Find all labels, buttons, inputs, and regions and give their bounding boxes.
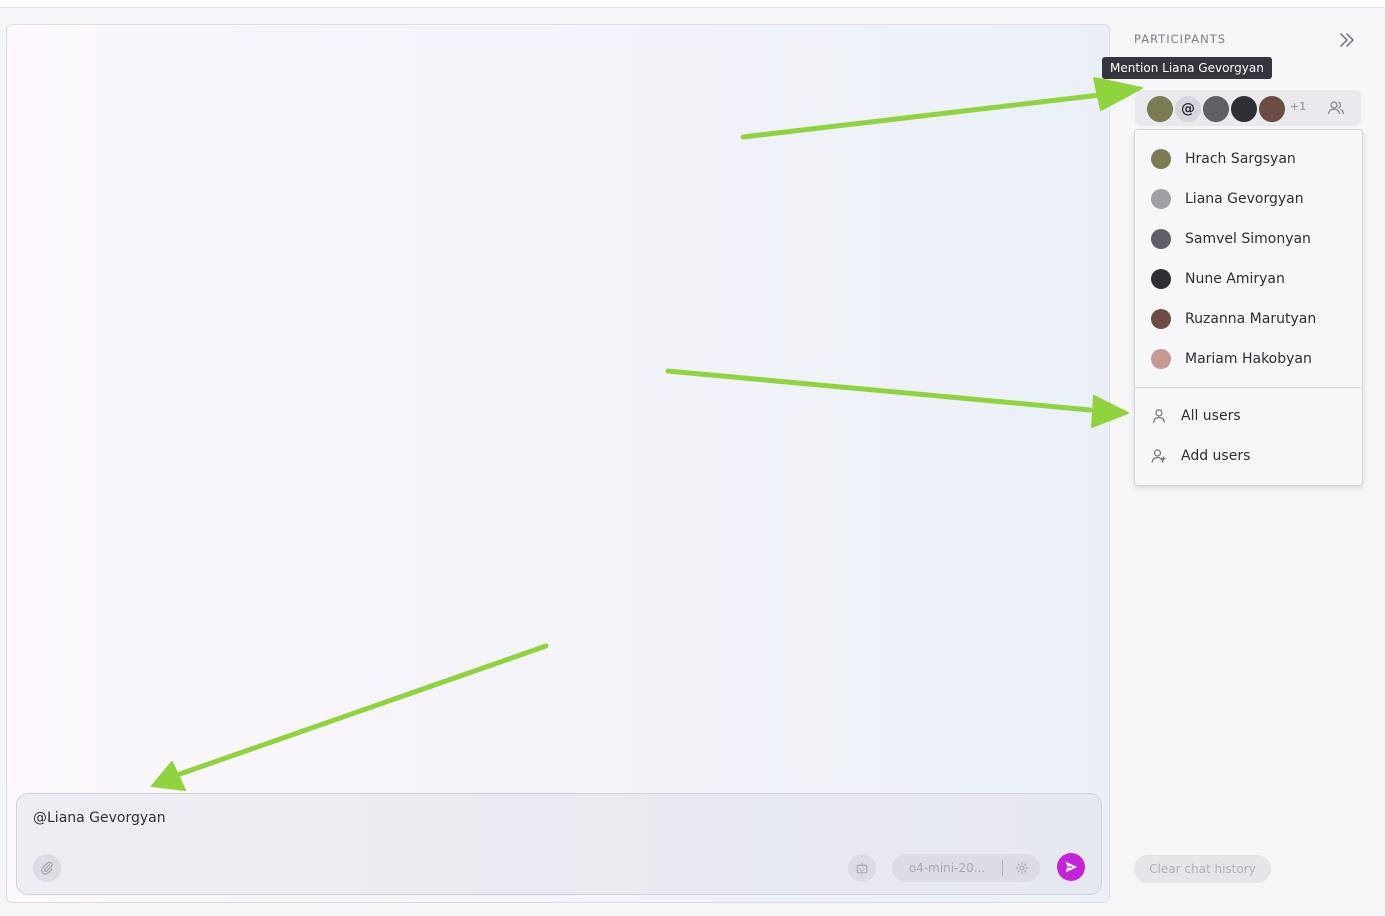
at-sign-icon: @: [1181, 101, 1195, 117]
participant-name: Ruzanna Marutyan: [1185, 311, 1317, 327]
clear-chat-history-button[interactable]: Clear chat history: [1134, 855, 1271, 883]
model-settings-button[interactable]: [1003, 860, 1040, 876]
avatar: [1151, 349, 1171, 369]
double-chevron-right-icon: [1340, 33, 1354, 47]
mention-tooltip: Mention Liana Gevorgyan: [1102, 57, 1272, 79]
participant-item[interactable]: Nune Amiryan: [1135, 259, 1362, 299]
assistant-button[interactable]: [848, 854, 876, 882]
participant-item[interactable]: Samvel Simonyan: [1135, 219, 1362, 259]
all-users-item[interactable]: All users: [1135, 396, 1362, 436]
avatar: [1151, 269, 1171, 289]
add-users-item[interactable]: Add users: [1135, 436, 1362, 476]
top-bar: [0, 0, 1385, 8]
participant-item[interactable]: Hrach Sargsyan: [1135, 139, 1362, 179]
collapse-sidebar-button[interactable]: [1337, 30, 1357, 50]
avatar[interactable]: [1145, 94, 1175, 124]
mention-avatar[interactable]: @: [1173, 94, 1203, 124]
paperclip-icon: [41, 861, 53, 875]
message-input[interactable]: @Liana Gevorgyan: [33, 810, 166, 826]
participant-avatar-bar[interactable]: @ +1: [1135, 90, 1361, 126]
participant-item[interactable]: Mariam Hakobyan: [1135, 339, 1362, 379]
attach-button[interactable]: [33, 854, 61, 882]
robot-icon: [856, 862, 868, 874]
avatar: [1151, 229, 1171, 249]
chat-panel: @Liana Gevorgyan o4-mini-20...: [6, 24, 1110, 903]
participant-name: Liana Gevorgyan: [1185, 191, 1304, 207]
send-button[interactable]: [1057, 853, 1085, 881]
participant-item[interactable]: Ruzanna Marutyan: [1135, 299, 1362, 339]
participant-name: Samvel Simonyan: [1185, 231, 1311, 247]
participant-name: Nune Amiryan: [1185, 271, 1285, 287]
add-users-label: Add users: [1181, 448, 1251, 464]
all-users-label: All users: [1181, 408, 1241, 424]
model-label: o4-mini-20...: [908, 861, 986, 875]
avatar: [1151, 189, 1171, 209]
more-participants-count[interactable]: +1: [1290, 100, 1306, 113]
user-icon: [1152, 409, 1166, 423]
participants-dropdown: Hrach Sargsyan Liana Gevorgyan Samvel Si…: [1134, 129, 1363, 486]
participant-name: Mariam Hakobyan: [1185, 351, 1312, 367]
user-plus-icon: [1151, 449, 1166, 463]
gear-icon: [1015, 861, 1028, 875]
dropdown-divider: [1135, 387, 1362, 388]
participant-item[interactable]: Liana Gevorgyan: [1135, 179, 1362, 219]
send-arrow-icon: [1065, 861, 1077, 873]
message-composer[interactable]: @Liana Gevorgyan o4-mini-20...: [16, 793, 1102, 895]
avatar: [1151, 149, 1171, 169]
model-selector[interactable]: o4-mini-20...: [892, 854, 1040, 882]
users-icon[interactable]: [1327, 100, 1345, 116]
avatar[interactable]: [1229, 94, 1259, 124]
participants-title: PARTICIPANTS: [1134, 32, 1227, 46]
avatar[interactable]: [1201, 94, 1231, 124]
participant-name: Hrach Sargsyan: [1185, 151, 1296, 167]
avatar: [1151, 309, 1171, 329]
avatar[interactable]: [1257, 94, 1287, 124]
